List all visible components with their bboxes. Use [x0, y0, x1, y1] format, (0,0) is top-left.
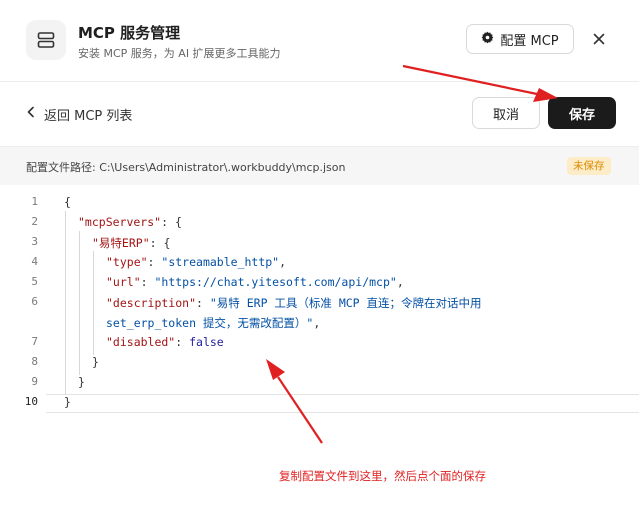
code-line: "url": "https://chat.yitesoft.com/api/mc… [106, 275, 404, 289]
config-path-label: 配置文件路径: C:\Users\Administrator\.workbudd… [26, 161, 346, 174]
line-number: 9 [31, 375, 38, 388]
indent-guide [79, 231, 80, 375]
chevron-left-icon [26, 106, 36, 122]
annotation-text: 复制配置文件到这里，然后点个面的保存 [279, 469, 486, 483]
code-line: "mcpServers": { [78, 215, 182, 229]
line-number: 3 [31, 235, 38, 248]
code-line: "type": "streamable_http", [106, 255, 287, 269]
back-label: 返回 MCP 列表 [44, 108, 133, 124]
line-number: 2 [31, 215, 38, 228]
line-number: 7 [31, 335, 38, 348]
dialog-header: MCP 服务管理 安装 MCP 服务，为 AI 扩展更多工具能力 配置 MCP [0, 0, 639, 82]
code-line: "description": "易特 ERP 工具（标准 MCP 直连；令牌在对… [106, 296, 482, 310]
gear-icon [481, 31, 494, 48]
line-number: 6 [31, 295, 38, 308]
json-editor[interactable]: 1 2 3 4 5 6 7 8 9 10 { "mcpServers": { "… [0, 185, 639, 511]
line-number: 1 [31, 195, 38, 208]
line-number: 8 [31, 355, 38, 368]
code-line: } [64, 395, 71, 409]
configure-mcp-label: 配置 MCP [500, 33, 559, 49]
mcp-dialog: MCP 服务管理 安装 MCP 服务，为 AI 扩展更多工具能力 配置 MCP … [0, 0, 639, 511]
close-button[interactable] [589, 29, 609, 49]
line-number: 5 [31, 275, 38, 288]
dialog-subtitle: 安装 MCP 服务，为 AI 扩展更多工具能力 [78, 47, 281, 60]
line-number: 4 [31, 255, 38, 268]
unsaved-badge: 未保存 [567, 157, 611, 175]
code-line: } [92, 355, 99, 369]
save-button[interactable]: 保存 [548, 97, 616, 129]
code-line: { [64, 195, 71, 209]
code-line: "disabled": false [106, 335, 224, 349]
code-line: } [78, 375, 85, 389]
cancel-button[interactable]: 取消 [472, 97, 540, 129]
line-number-gutter: 1 2 3 4 5 6 7 8 9 10 [0, 185, 46, 511]
line-number: 10 [24, 395, 38, 408]
indent-guide [93, 251, 94, 355]
configure-mcp-button[interactable]: 配置 MCP [466, 24, 574, 54]
dialog-title: MCP 服务管理 [78, 24, 181, 42]
indent-guide [65, 211, 66, 395]
close-icon [593, 30, 605, 49]
config-path-bar: 配置文件路径: C:\Users\Administrator\.workbudd… [0, 146, 639, 186]
back-to-list-link[interactable]: 返回 MCP 列表 [26, 104, 132, 124]
code-line: set_erp_token 提交，无需改配置）", [106, 316, 321, 330]
code-line: "易特ERP": { [92, 236, 171, 250]
current-line-highlight [46, 394, 639, 413]
server-icon [26, 20, 66, 60]
